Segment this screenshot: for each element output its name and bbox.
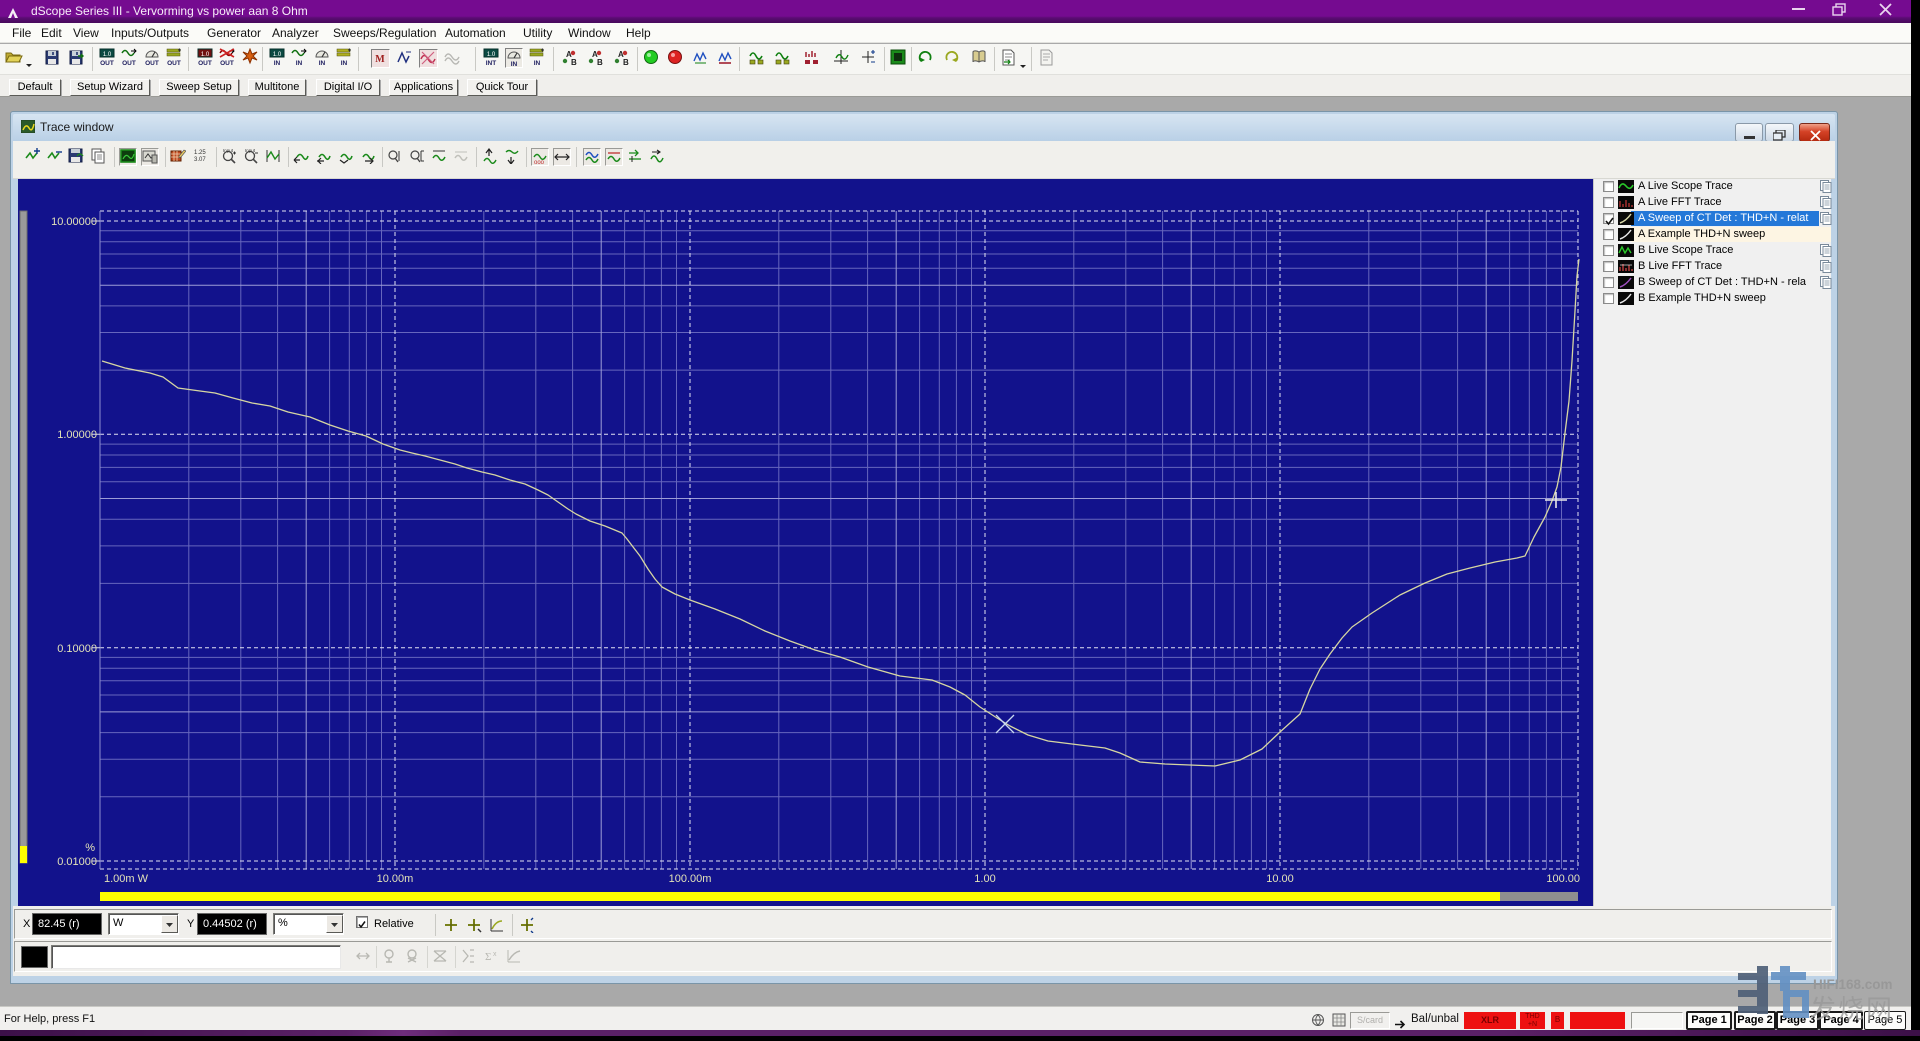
svg-text:IN: IN bbox=[274, 60, 281, 66]
svg-text:OUT: OUT bbox=[100, 60, 114, 66]
svg-text:1.00: 1.00 bbox=[974, 873, 995, 885]
svg-text:1.00000: 1.00000 bbox=[57, 429, 97, 441]
svg-text:B: B bbox=[623, 58, 629, 66]
svg-text:发烧网: 发烧网 bbox=[1810, 994, 1894, 1024]
svg-text:10.00000: 10.00000 bbox=[51, 216, 97, 228]
svg-text:IN: IN bbox=[534, 60, 541, 66]
svg-text:100.00: 100.00 bbox=[1546, 873, 1580, 885]
svg-text:IN: IN bbox=[511, 61, 518, 67]
svg-text:1.0: 1.0 bbox=[487, 52, 496, 58]
svg-text:IN: IN bbox=[296, 60, 303, 66]
svg-text:B: B bbox=[597, 58, 603, 66]
svg-text:Σ: Σ bbox=[485, 951, 491, 963]
svg-text:ooo: ooo bbox=[534, 160, 545, 165]
svg-text:HIFI168.com: HIFI168.com bbox=[1813, 977, 1893, 992]
svg-text:Input: Input bbox=[245, 148, 256, 153]
svg-text:1.25: 1.25 bbox=[194, 150, 206, 156]
svg-text:x: x bbox=[493, 951, 497, 958]
svg-text:10.00: 10.00 bbox=[1266, 873, 1294, 885]
svg-text:Input: Input bbox=[223, 148, 234, 153]
svg-text:IN: IN bbox=[341, 60, 348, 66]
svg-text:100.00m: 100.00m bbox=[669, 873, 712, 885]
svg-text:OUT: OUT bbox=[167, 60, 181, 66]
svg-text:1.00m W: 1.00m W bbox=[104, 873, 149, 885]
svg-text:OUT: OUT bbox=[198, 60, 212, 66]
svg-text:IN: IN bbox=[319, 60, 326, 66]
svg-text:B: B bbox=[571, 58, 577, 66]
svg-text:OUT: OUT bbox=[122, 60, 136, 66]
svg-text:M: M bbox=[375, 54, 385, 65]
svg-text:%: % bbox=[85, 842, 95, 854]
svg-text:OUT: OUT bbox=[145, 60, 159, 66]
svg-text:0.01000: 0.01000 bbox=[57, 856, 97, 868]
svg-text:10.00m: 10.00m bbox=[377, 873, 414, 885]
svg-text:0.10000: 0.10000 bbox=[57, 643, 97, 655]
svg-text:1.0: 1.0 bbox=[201, 52, 210, 58]
svg-text:INT: INT bbox=[486, 60, 497, 66]
svg-text:3.07: 3.07 bbox=[194, 157, 206, 163]
svg-text:1.0: 1.0 bbox=[273, 52, 282, 58]
svg-text:OUT: OUT bbox=[220, 60, 234, 66]
svg-text:1.0: 1.0 bbox=[103, 52, 112, 58]
